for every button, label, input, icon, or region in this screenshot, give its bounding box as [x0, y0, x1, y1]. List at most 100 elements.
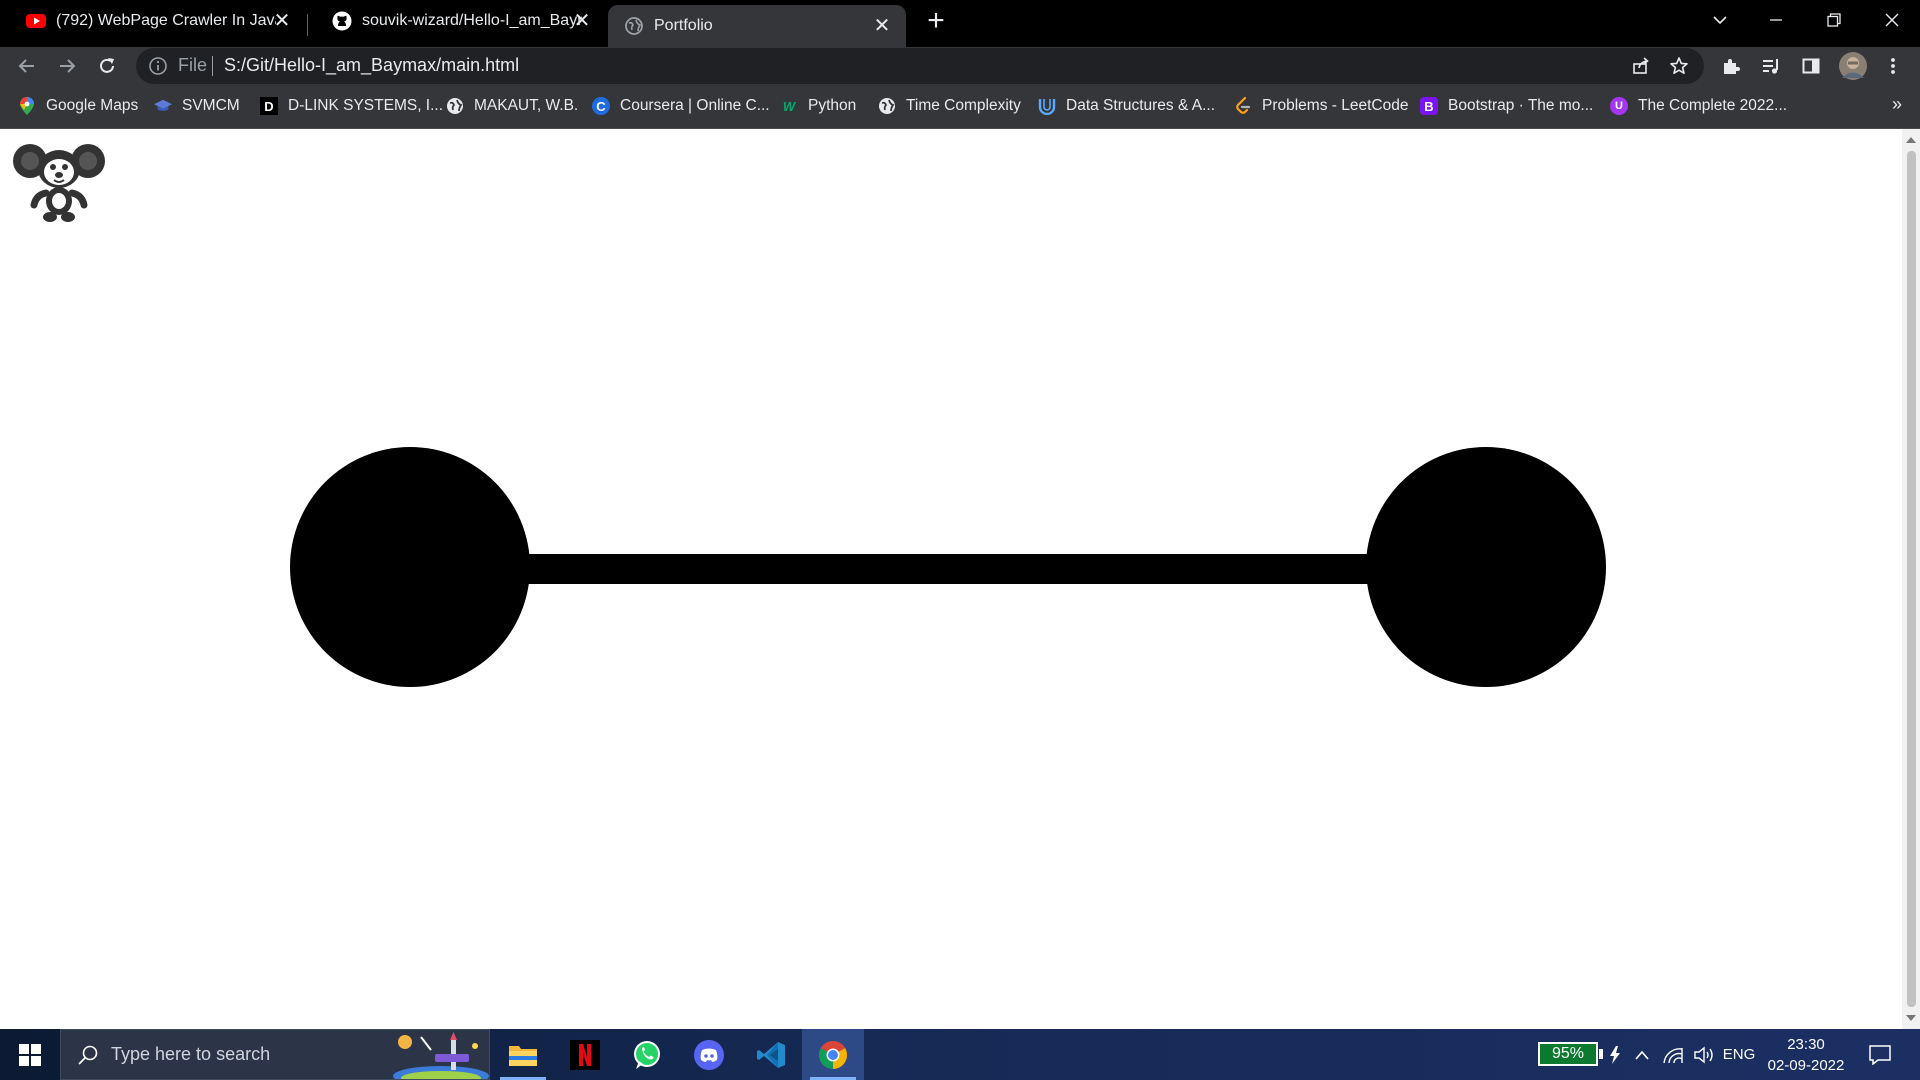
scheme-label: File [178, 55, 208, 75]
close-window-icon[interactable] [1864, 0, 1920, 40]
close-tab-icon[interactable]: ✕ [872, 16, 892, 36]
dumbbell-right-weight [1366, 447, 1606, 687]
bookmark-leetcode[interactable]: Problems - LeetCode [1234, 94, 1408, 118]
info-icon[interactable] [148, 56, 168, 76]
profile-avatar[interactable] [1838, 51, 1868, 81]
globe-icon [446, 97, 464, 115]
bookmark-svmcm[interactable]: SVMCM [154, 94, 240, 118]
udemy-icon [1038, 97, 1056, 115]
charging-bolt-icon [1606, 1029, 1624, 1080]
reload-button[interactable] [92, 51, 122, 81]
bookmark-label: Google Maps [46, 97, 139, 114]
cheburashka-logo-icon [13, 144, 105, 222]
tab-portfolio[interactable]: Portfolio ✕ [608, 5, 906, 47]
bookmark-label: D-LINK SYSTEMS, I... [288, 97, 444, 114]
bookmark-python[interactable]: W Python [780, 94, 856, 118]
clock-time: 23:30 [1787, 1036, 1825, 1053]
taskbar-search-box[interactable]: Type here to search [60, 1029, 490, 1080]
taskbar-discord[interactable] [678, 1029, 740, 1080]
bookmark-label: Coursera | Online C... [620, 97, 770, 114]
forward-button[interactable] [52, 51, 82, 81]
close-tab-icon[interactable]: ✕ [272, 11, 292, 31]
close-tab-icon[interactable]: ✕ [572, 11, 592, 31]
search-placeholder: Type here to search [111, 1044, 271, 1064]
restore-icon[interactable] [1806, 0, 1862, 40]
browser-toolbar: File S:/Git/Hello-I_am_Baymax/main.html [0, 47, 1920, 84]
clock-date: 02-09-2022 [1767, 1057, 1845, 1074]
bookmark-makaut[interactable]: MAKAUT, W.B. [446, 94, 578, 118]
wifi-icon[interactable] [1660, 1029, 1686, 1080]
bookmarks-bar: Google Maps SVMCM D D-LINK SYSTEMS, I...… [0, 84, 1920, 129]
bookmark-coursera[interactable]: C Coursera | Online C... [592, 94, 770, 118]
address-bar[interactable]: File S:/Git/Hello-I_am_Baymax/main.html [136, 48, 1704, 84]
bookmark-data-structures[interactable]: Data Structures & A... [1038, 94, 1215, 118]
notifications-icon[interactable] [1862, 1029, 1898, 1080]
page-viewport [0, 129, 1902, 1029]
bookmarks-overflow-button[interactable]: » [1892, 94, 1902, 115]
bookmark-dlink[interactable]: D D-LINK SYSTEMS, I... [260, 94, 443, 118]
tab-github[interactable]: souvik-wizard/Hello-I_am_Bayma ✕ [306, 0, 606, 42]
scroll-up-arrow-icon[interactable] [1906, 137, 1916, 143]
tab-search-icon[interactable] [1692, 0, 1748, 40]
maps-pin-icon [18, 97, 36, 115]
taskbar-clock[interactable]: 23:30 02-09-2022 [1766, 1034, 1846, 1076]
globe-icon [878, 97, 896, 115]
bootstrap-icon: B [1420, 97, 1438, 115]
new-tab-button[interactable]: + [922, 6, 950, 36]
bookmark-label: Bootstrap · The mo... [1448, 97, 1594, 114]
w3schools-icon: W [782, 98, 796, 114]
taskbar-chrome[interactable] [802, 1029, 864, 1080]
dumbbell-graphic [290, 447, 1606, 687]
bookmark-label: Data Structures & A... [1066, 97, 1216, 114]
tab-youtube[interactable]: (792) WebPage Crawler In JavaSc ✕ [0, 0, 306, 42]
bookmark-complete-2022[interactable]: U The Complete 2022... [1610, 94, 1787, 118]
more-menu-icon[interactable] [1878, 51, 1908, 81]
bookmark-label: Problems - LeetCode [1262, 97, 1409, 114]
bookmark-label: SVMCM [182, 97, 240, 114]
side-panel-icon[interactable] [1796, 51, 1826, 81]
vscode-icon [757, 1041, 785, 1068]
taskbar-netflix[interactable] [554, 1029, 616, 1080]
volume-icon[interactable] [1690, 1029, 1718, 1080]
bookmark-bootstrap[interactable]: B Bootstrap · The mo... [1420, 94, 1593, 118]
dumbbell-left-weight [290, 447, 530, 687]
globe-icon [624, 16, 644, 36]
file-explorer-icon [509, 1045, 537, 1066]
taskbar-vscode[interactable] [740, 1029, 802, 1080]
tab-strip: (792) WebPage Crawler In JavaSc ✕ souvik… [0, 0, 1920, 47]
taskbar-whatsapp[interactable] [616, 1029, 678, 1080]
whatsapp-icon [634, 1040, 660, 1069]
coursera-icon: C [592, 97, 610, 115]
show-hidden-icons-icon[interactable] [1630, 1029, 1654, 1080]
bookmark-star-icon[interactable] [1664, 51, 1694, 81]
page-scrollbar[interactable] [1902, 129, 1920, 1029]
dlink-icon: D [260, 97, 278, 115]
address-url[interactable]: S:/Git/Hello-I_am_Baymax/main.html [224, 55, 519, 76]
minimize-icon[interactable] [1748, 0, 1804, 40]
youtube-icon [26, 11, 46, 31]
taskbar-file-explorer[interactable] [492, 1029, 554, 1080]
extensions-icon[interactable] [1716, 51, 1746, 81]
windows-start-button[interactable] [0, 1029, 60, 1080]
bookmark-label: MAKAUT, W.B. [474, 97, 579, 114]
input-language[interactable]: ENG [1718, 1029, 1760, 1080]
battery-indicator[interactable]: 95% [1538, 1042, 1598, 1066]
discord-icon [694, 1039, 724, 1070]
scroll-thumb[interactable] [1907, 151, 1916, 1007]
mortarboard-icon [154, 97, 172, 115]
share-icon[interactable] [1626, 51, 1656, 81]
scroll-down-arrow-icon[interactable] [1906, 1015, 1916, 1021]
github-icon [332, 11, 352, 31]
back-button[interactable] [12, 51, 42, 81]
tab-title: Portfolio [654, 17, 713, 34]
tab-title: souvik-wizard/Hello-I_am_Bayma [362, 12, 582, 29]
chrome-icon [819, 1040, 847, 1069]
media-control-icon[interactable] [1756, 51, 1786, 81]
leetcode-icon [1234, 97, 1252, 115]
windows-taskbar: Type here to search 95% ENG 23:30 02-09-… [0, 1029, 1920, 1080]
bookmark-label: Time Complexity [906, 97, 1021, 114]
bookmark-time-complexity[interactable]: Time Complexity [878, 94, 1021, 118]
search-highlight-art-icon [393, 1032, 489, 1079]
netflix-icon [570, 1039, 600, 1070]
bookmark-google-maps[interactable]: Google Maps [18, 94, 138, 118]
